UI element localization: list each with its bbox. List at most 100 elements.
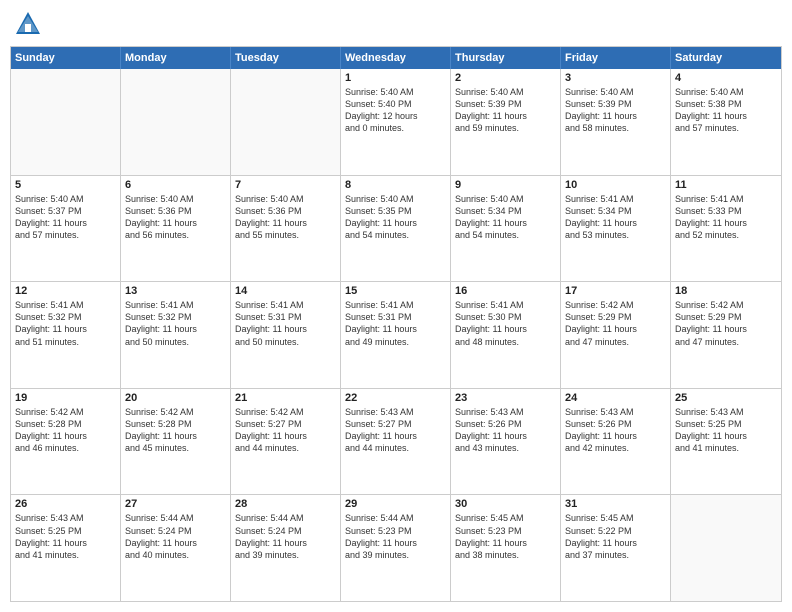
- cell-content: Sunrise: 5:44 AM Sunset: 5:24 PM Dayligh…: [125, 512, 226, 561]
- logo: [14, 10, 45, 38]
- cell-content: Sunrise: 5:41 AM Sunset: 5:34 PM Dayligh…: [565, 193, 666, 242]
- cell-content: Sunrise: 5:41 AM Sunset: 5:31 PM Dayligh…: [235, 299, 336, 348]
- day-number: 3: [565, 72, 666, 84]
- cell-content: Sunrise: 5:44 AM Sunset: 5:23 PM Dayligh…: [345, 512, 446, 561]
- calendar-cell-20: 20 Sunrise: 5:42 AM Sunset: 5:28 PM Dayli…: [121, 389, 231, 495]
- calendar-cell-25: 25 Sunrise: 5:43 AM Sunset: 5:25 PM Dayli…: [671, 389, 781, 495]
- calendar-cell-16: 16 Sunrise: 5:41 AM Sunset: 5:30 PM Dayli…: [451, 282, 561, 388]
- logo-icon: [14, 10, 42, 38]
- day-number: 16: [455, 285, 556, 297]
- day-number: 17: [565, 285, 666, 297]
- page: SundayMondayTuesdayWednesdayThursdayFrid…: [0, 0, 792, 612]
- day-number: 14: [235, 285, 336, 297]
- calendar-cell-3: 3 Sunrise: 5:40 AM Sunset: 5:39 PM Daylig…: [561, 69, 671, 175]
- day-number: 23: [455, 392, 556, 404]
- day-number: 1: [345, 72, 446, 84]
- calendar-cell-24: 24Sunrise: 5:43 AM Sunset: 5:26 PM Dayli…: [561, 389, 671, 495]
- calendar-cell-13: 13 Sunrise: 5:41 AM Sunset: 5:32 PM Dayli…: [121, 282, 231, 388]
- cell-content: Sunrise: 5:45 AM Sunset: 5:22 PM Dayligh…: [565, 512, 666, 561]
- calendar-cell-4: 4Sunrise: 5:40 AM Sunset: 5:38 PM Daylig…: [671, 69, 781, 175]
- day-number: 15: [345, 285, 446, 297]
- calendar-cell-31: 31 Sunrise: 5:45 AM Sunset: 5:22 PM Dayli…: [561, 495, 671, 601]
- calendar-cell-9: 9Sunrise: 5:40 AM Sunset: 5:34 PM Daylig…: [451, 176, 561, 282]
- day-number: 5: [15, 179, 116, 191]
- calendar-cell-19: 19 Sunrise: 5:42 AM Sunset: 5:28 PM Dayli…: [11, 389, 121, 495]
- cell-content: Sunrise: 5:42 AM Sunset: 5:28 PM Dayligh…: [15, 406, 116, 455]
- calendar-cell-7: 7 Sunrise: 5:40 AM Sunset: 5:36 PM Daylig…: [231, 176, 341, 282]
- header-day-tuesday: Tuesday: [231, 47, 341, 69]
- day-number: 29: [345, 498, 446, 510]
- calendar-cell-6: 6 Sunrise: 5:40 AM Sunset: 5:36 PM Daylig…: [121, 176, 231, 282]
- calendar-cell-29: 29 Sunrise: 5:44 AM Sunset: 5:23 PM Dayli…: [341, 495, 451, 601]
- calendar-cell-8: 8 Sunrise: 5:40 AM Sunset: 5:35 PM Daylig…: [341, 176, 451, 282]
- header-day-monday: Monday: [121, 47, 231, 69]
- calendar-row-4: 26 Sunrise: 5:43 AM Sunset: 5:25 PM Dayli…: [11, 495, 781, 601]
- calendar-cell-empty-4-6: [671, 495, 781, 601]
- day-number: 2: [455, 72, 556, 84]
- cell-content: Sunrise: 5:42 AM Sunset: 5:29 PM Dayligh…: [675, 299, 777, 348]
- calendar-row-2: 12 Sunrise: 5:41 AM Sunset: 5:32 PM Dayli…: [11, 282, 781, 389]
- cell-content: Sunrise: 5:40 AM Sunset: 5:35 PM Dayligh…: [345, 193, 446, 242]
- calendar-row-1: 5 Sunrise: 5:40 AM Sunset: 5:37 PM Daylig…: [11, 176, 781, 283]
- calendar-cell-14: 14 Sunrise: 5:41 AM Sunset: 5:31 PM Dayli…: [231, 282, 341, 388]
- day-number: 13: [125, 285, 226, 297]
- calendar-cell-11: 11 Sunrise: 5:41 AM Sunset: 5:33 PM Dayli…: [671, 176, 781, 282]
- cell-content: Sunrise: 5:43 AM Sunset: 5:26 PM Dayligh…: [565, 406, 666, 455]
- header-day-thursday: Thursday: [451, 47, 561, 69]
- cell-content: Sunrise: 5:41 AM Sunset: 5:31 PM Dayligh…: [345, 299, 446, 348]
- cell-content: Sunrise: 5:40 AM Sunset: 5:37 PM Dayligh…: [15, 193, 116, 242]
- header-day-friday: Friday: [561, 47, 671, 69]
- calendar-cell-5: 5 Sunrise: 5:40 AM Sunset: 5:37 PM Daylig…: [11, 176, 121, 282]
- day-number: 4: [675, 72, 777, 84]
- day-number: 6: [125, 179, 226, 191]
- calendar-body: 1Sunrise: 5:40 AM Sunset: 5:40 PM Daylig…: [11, 69, 781, 601]
- day-number: 9: [455, 179, 556, 191]
- cell-content: Sunrise: 5:43 AM Sunset: 5:25 PM Dayligh…: [675, 406, 777, 455]
- cell-content: Sunrise: 5:43 AM Sunset: 5:25 PM Dayligh…: [15, 512, 116, 561]
- day-number: 30: [455, 498, 556, 510]
- header-day-saturday: Saturday: [671, 47, 781, 69]
- cell-content: Sunrise: 5:44 AM Sunset: 5:24 PM Dayligh…: [235, 512, 336, 561]
- day-number: 21: [235, 392, 336, 404]
- day-number: 10: [565, 179, 666, 191]
- header-day-sunday: Sunday: [11, 47, 121, 69]
- cell-content: Sunrise: 5:41 AM Sunset: 5:32 PM Dayligh…: [125, 299, 226, 348]
- calendar-cell-empty-0-2: [231, 69, 341, 175]
- cell-content: Sunrise: 5:40 AM Sunset: 5:39 PM Dayligh…: [565, 86, 666, 135]
- day-number: 20: [125, 392, 226, 404]
- calendar-cell-18: 18Sunrise: 5:42 AM Sunset: 5:29 PM Dayli…: [671, 282, 781, 388]
- day-number: 26: [15, 498, 116, 510]
- cell-content: Sunrise: 5:41 AM Sunset: 5:33 PM Dayligh…: [675, 193, 777, 242]
- calendar-cell-12: 12 Sunrise: 5:41 AM Sunset: 5:32 PM Dayli…: [11, 282, 121, 388]
- header-day-wednesday: Wednesday: [341, 47, 451, 69]
- day-number: 27: [125, 498, 226, 510]
- day-number: 7: [235, 179, 336, 191]
- calendar-cell-1: 1Sunrise: 5:40 AM Sunset: 5:40 PM Daylig…: [341, 69, 451, 175]
- cell-content: Sunrise: 5:41 AM Sunset: 5:32 PM Dayligh…: [15, 299, 116, 348]
- calendar-cell-21: 21Sunrise: 5:42 AM Sunset: 5:27 PM Dayli…: [231, 389, 341, 495]
- day-number: 12: [15, 285, 116, 297]
- calendar-cell-2: 2Sunrise: 5:40 AM Sunset: 5:39 PM Daylig…: [451, 69, 561, 175]
- calendar-cell-28: 28 Sunrise: 5:44 AM Sunset: 5:24 PM Dayli…: [231, 495, 341, 601]
- calendar-row-3: 19 Sunrise: 5:42 AM Sunset: 5:28 PM Dayli…: [11, 389, 781, 496]
- day-number: 19: [15, 392, 116, 404]
- calendar-cell-26: 26 Sunrise: 5:43 AM Sunset: 5:25 PM Dayli…: [11, 495, 121, 601]
- calendar: SundayMondayTuesdayWednesdayThursdayFrid…: [10, 46, 782, 602]
- day-number: 28: [235, 498, 336, 510]
- calendar-cell-10: 10 Sunrise: 5:41 AM Sunset: 5:34 PM Dayli…: [561, 176, 671, 282]
- cell-content: Sunrise: 5:41 AM Sunset: 5:30 PM Dayligh…: [455, 299, 556, 348]
- day-number: 25: [675, 392, 777, 404]
- calendar-cell-23: 23Sunrise: 5:43 AM Sunset: 5:26 PM Dayli…: [451, 389, 561, 495]
- cell-content: Sunrise: 5:45 AM Sunset: 5:23 PM Dayligh…: [455, 512, 556, 561]
- day-number: 8: [345, 179, 446, 191]
- cell-content: Sunrise: 5:40 AM Sunset: 5:36 PM Dayligh…: [235, 193, 336, 242]
- header: [10, 10, 782, 38]
- cell-content: Sunrise: 5:42 AM Sunset: 5:28 PM Dayligh…: [125, 406, 226, 455]
- calendar-cell-empty-0-1: [121, 69, 231, 175]
- calendar-cell-15: 15 Sunrise: 5:41 AM Sunset: 5:31 PM Dayli…: [341, 282, 451, 388]
- calendar-row-0: 1Sunrise: 5:40 AM Sunset: 5:40 PM Daylig…: [11, 69, 781, 176]
- cell-content: Sunrise: 5:40 AM Sunset: 5:36 PM Dayligh…: [125, 193, 226, 242]
- day-number: 31: [565, 498, 666, 510]
- calendar-cell-27: 27 Sunrise: 5:44 AM Sunset: 5:24 PM Dayli…: [121, 495, 231, 601]
- day-number: 11: [675, 179, 777, 191]
